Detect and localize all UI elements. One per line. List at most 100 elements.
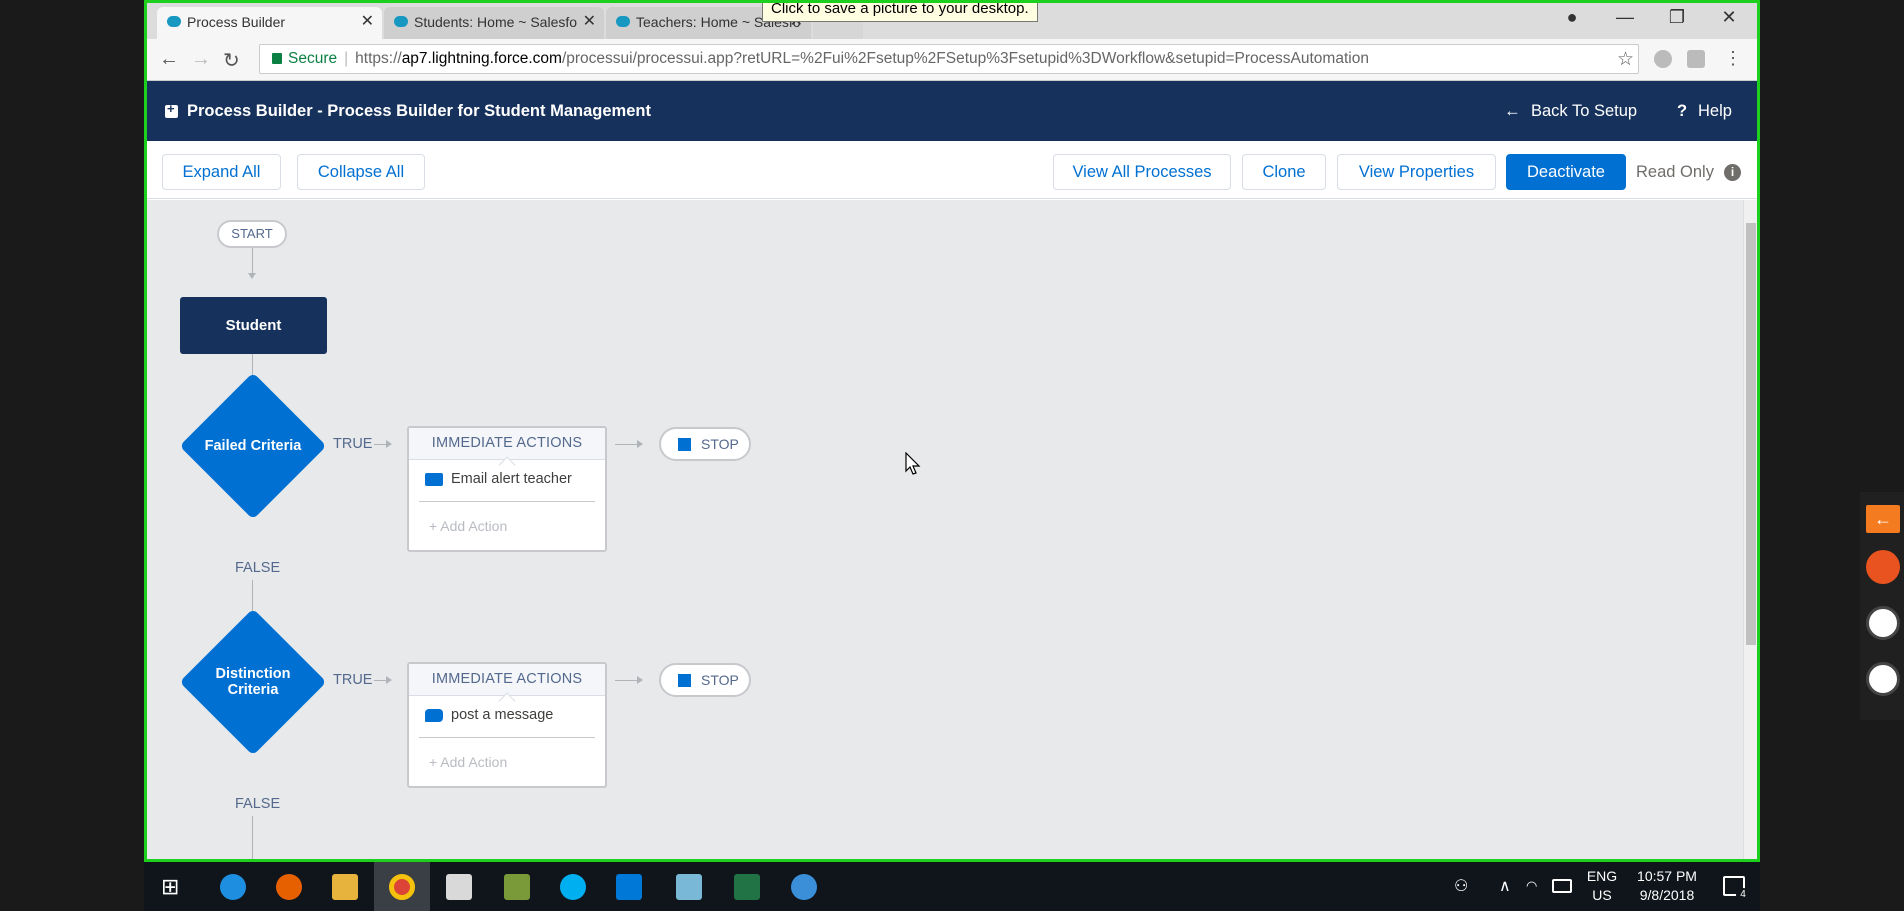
profile-icon[interactable]: ● (1552, 7, 1592, 28)
action-item[interactable]: Email alert teacher (451, 470, 572, 488)
url-scheme: https:// (355, 50, 402, 67)
region-code: US (1592, 887, 1612, 903)
connector-arrow (386, 676, 392, 684)
collapse-all-button[interactable]: Collapse All (297, 154, 425, 190)
desktop: Process Builder ✕ Students: Home ~ Sales… (0, 0, 1904, 911)
restore-icon[interactable]: ❐ (1657, 7, 1697, 28)
address-bar: ← → ↻ Secure | https://ap7.lightning.force… (147, 39, 1757, 81)
clock-time: 10:57 PM (1637, 868, 1697, 884)
actions-header: IMMEDIATE ACTIONS (409, 664, 605, 696)
deactivate-button[interactable]: Deactivate (1506, 154, 1626, 190)
plus-icon: + (429, 518, 441, 534)
stop-square-icon (678, 438, 691, 451)
clock-date: 9/8/2018 (1639, 887, 1695, 903)
salesforce-cloud-icon (394, 16, 408, 27)
object-node[interactable]: Student (180, 297, 327, 354)
info-icon[interactable]: i (1724, 164, 1741, 181)
store-icon[interactable] (616, 874, 642, 900)
bookmark-star-icon[interactable]: ☆ (1617, 48, 1634, 71)
back-to-setup-link[interactable]: Back To Setup (1531, 81, 1637, 141)
battery-icon[interactable] (1552, 879, 1572, 893)
app-icon[interactable] (676, 874, 702, 900)
reload-icon[interactable]: ↻ (223, 48, 240, 73)
add-action-link[interactable]: + Add Action (429, 754, 507, 770)
collapse-arrow-icon[interactable]: ← (1866, 505, 1900, 533)
connector-arrow (637, 440, 643, 448)
view-properties-button[interactable]: View Properties (1337, 154, 1496, 190)
immediate-actions-box[interactable]: IMMEDIATE ACTIONS Email alert teacher + … (407, 426, 607, 552)
process-canvas: START Student Failed Criteria TRUE IMMED… (147, 200, 1757, 859)
close-window-icon[interactable]: ✕ (1709, 7, 1749, 28)
stop-square-icon (678, 674, 691, 687)
actions-header: IMMEDIATE ACTIONS (409, 428, 605, 460)
clone-button[interactable]: Clone (1242, 154, 1326, 190)
toolbar: Expand All Collapse All View All Process… (147, 141, 1757, 199)
help-link[interactable]: Help (1698, 81, 1732, 141)
app-icon[interactable] (446, 874, 472, 900)
edge-browser-icon[interactable] (220, 874, 246, 900)
action-item[interactable]: post a message (451, 706, 553, 724)
salesforce-cloud-icon (167, 16, 181, 27)
notification-count: 4 (1736, 888, 1750, 902)
salesforce-cloud-icon (616, 16, 630, 27)
tab-title: Process Builder (187, 14, 286, 30)
app-icon[interactable] (504, 874, 530, 900)
connector (374, 680, 386, 681)
excel-icon[interactable] (734, 874, 760, 900)
expand-all-button[interactable]: Expand All (162, 154, 281, 190)
stop-node: STOP (659, 663, 751, 697)
app-icon[interactable] (791, 874, 817, 900)
page-title: Process Builder - Process Builder for St… (187, 102, 651, 120)
hand-icon[interactable] (1866, 662, 1900, 696)
stop-node: STOP (659, 427, 751, 461)
tab-process-builder[interactable]: Process Builder ✕ (157, 7, 382, 39)
chevron-up-icon[interactable]: ∧ (1499, 876, 1517, 896)
close-tab-icon[interactable]: ✕ (361, 7, 374, 37)
start-windows-icon[interactable]: ⊞ (161, 874, 187, 900)
connector-arrow (248, 273, 256, 279)
false-label: FALSE (235, 796, 281, 812)
vertical-scrollbar[interactable] (1743, 200, 1757, 859)
url-separator: | (344, 50, 349, 67)
firefox-icon[interactable] (276, 874, 302, 900)
start-node: START (217, 220, 287, 248)
url-domain: ap7.lightning.force.com (401, 50, 562, 67)
tab-students[interactable]: Students: Home ~ Salesfo ✕ (384, 7, 604, 39)
tab-title: Students: Home ~ Salesfo (414, 14, 578, 30)
chrome-icon[interactable] (389, 874, 415, 900)
minimize-icon[interactable]: — (1605, 7, 1645, 28)
help-icon[interactable]: ? (1677, 81, 1687, 141)
forward-icon[interactable]: → (191, 48, 211, 71)
back-icon[interactable]: ← (159, 48, 179, 71)
people-icon[interactable]: ⚇ (1454, 876, 1474, 896)
back-arrow-icon[interactable]: ← (1504, 81, 1521, 141)
clock[interactable]: 10:57 PM 9/8/2018 (1622, 867, 1712, 905)
immediate-actions-box[interactable]: IMMEDIATE ACTIONS post a message + Add A… (407, 662, 607, 788)
add-action-label: Add Action (440, 518, 508, 534)
connector (252, 816, 253, 859)
file-explorer-icon[interactable] (332, 874, 358, 900)
wifi-icon[interactable]: ◠ (1526, 878, 1544, 894)
tab-strip: Process Builder ✕ Students: Home ~ Sales… (147, 3, 1757, 39)
scrollbar-thumb[interactable] (1746, 223, 1756, 645)
criteria-label: Failed Criteria (204, 438, 302, 454)
chat-bubble-icon (425, 709, 443, 722)
close-tab-icon[interactable]: ✕ (583, 7, 596, 37)
url-path: /processui/processui.app?retURL=%2Fui%2F… (561, 50, 1369, 67)
microphone-icon[interactable] (1866, 550, 1900, 584)
read-only-label: Read Only (1636, 163, 1714, 181)
language-indicator[interactable]: ENG US (1582, 867, 1622, 905)
add-action-link[interactable]: + Add Action (429, 518, 507, 534)
plus-icon: + (429, 754, 441, 770)
stop-label: STOP (701, 672, 739, 688)
grammarly-icon[interactable] (1687, 50, 1705, 68)
true-label: TRUE (333, 436, 373, 452)
lock-icon (272, 53, 282, 64)
language-code: ENG (1586, 868, 1618, 884)
window-icon[interactable] (1866, 606, 1900, 640)
menu-icon[interactable]: ⋮ (1724, 48, 1742, 69)
url-input[interactable]: Secure | https://ap7.lightning.force.com/p… (259, 44, 1639, 74)
view-all-processes-button[interactable]: View All Processes (1053, 154, 1231, 190)
extension-icon[interactable] (1654, 50, 1672, 68)
skype-icon[interactable] (560, 874, 586, 900)
